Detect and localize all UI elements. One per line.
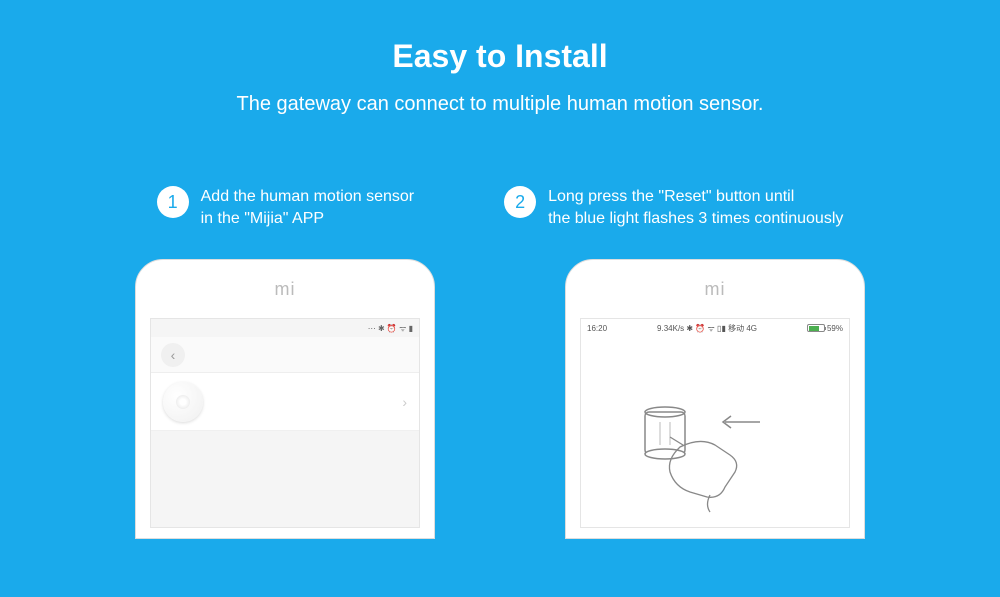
step-1: 1 Add the human motion sensor in the "Mi… — [157, 186, 414, 229]
phone-2-content — [581, 337, 849, 528]
step-2: 2 Long press the "Reset" button until th… — [504, 186, 843, 229]
step-1-number-badge: 1 — [157, 186, 189, 218]
step-1-text: Add the human motion sensor in the "Miji… — [201, 186, 414, 229]
phone-mockup-2: mi 16:20 9.34K/s ✱ ⏰ ᯤ ▯▮ 移动 4G 59% — [565, 259, 865, 539]
status-misc-icons: ✱ ⏰ ᯤ ▯▮ 移动 — [686, 324, 744, 333]
mi-logo-icon: mi — [275, 279, 296, 300]
phone-1-screen: ⋯ ✱ ⏰ ᯤ ▮ ‹ › — [150, 318, 420, 528]
phone-1-statusbar: ⋯ ✱ ⏰ ᯤ ▮ — [151, 319, 419, 337]
phone-1-bezel: mi — [136, 260, 434, 318]
phone-2-bezel: mi — [566, 260, 864, 318]
page-subtitle: The gateway can connect to multiple huma… — [0, 93, 1000, 116]
status-icons: ⋯ ✱ ⏰ ᯤ ▮ — [368, 323, 413, 334]
step-2-text: Long press the "Reset" button until the … — [548, 186, 843, 229]
status-time: 16:20 — [587, 324, 607, 333]
motion-sensor-icon — [163, 382, 203, 422]
chevron-right-icon: › — [402, 394, 407, 410]
status-battery-percent: 59% — [827, 324, 843, 333]
sensor-list-item[interactable]: › — [151, 373, 419, 431]
phone-2-statusbar: 16:20 9.34K/s ✱ ⏰ ᯤ ▯▮ 移动 4G 59% — [581, 319, 849, 337]
phone-1-navbar: ‹ — [151, 337, 419, 373]
step-2-number-badge: 2 — [504, 186, 536, 218]
mi-logo-icon: mi — [705, 279, 726, 300]
chevron-left-icon: ‹ — [171, 347, 176, 363]
back-button[interactable]: ‹ — [161, 343, 185, 367]
steps-container: 1 Add the human motion sensor in the "Mi… — [0, 186, 1000, 229]
phones-row: mi ⋯ ✱ ⏰ ᯤ ▮ ‹ › mi 16:20 — [0, 259, 1000, 539]
reset-illustration — [581, 387, 849, 517]
page-title: Easy to Install — [0, 0, 1000, 75]
phone-2-screen: 16:20 9.34K/s ✱ ⏰ ᯤ ▯▮ 移动 4G 59% — [580, 318, 850, 528]
battery-icon — [807, 324, 825, 332]
phone-mockup-1: mi ⋯ ✱ ⏰ ᯤ ▮ ‹ › — [135, 259, 435, 539]
status-network: 4G — [746, 324, 757, 333]
status-speed: 9.34K/s — [657, 324, 684, 333]
